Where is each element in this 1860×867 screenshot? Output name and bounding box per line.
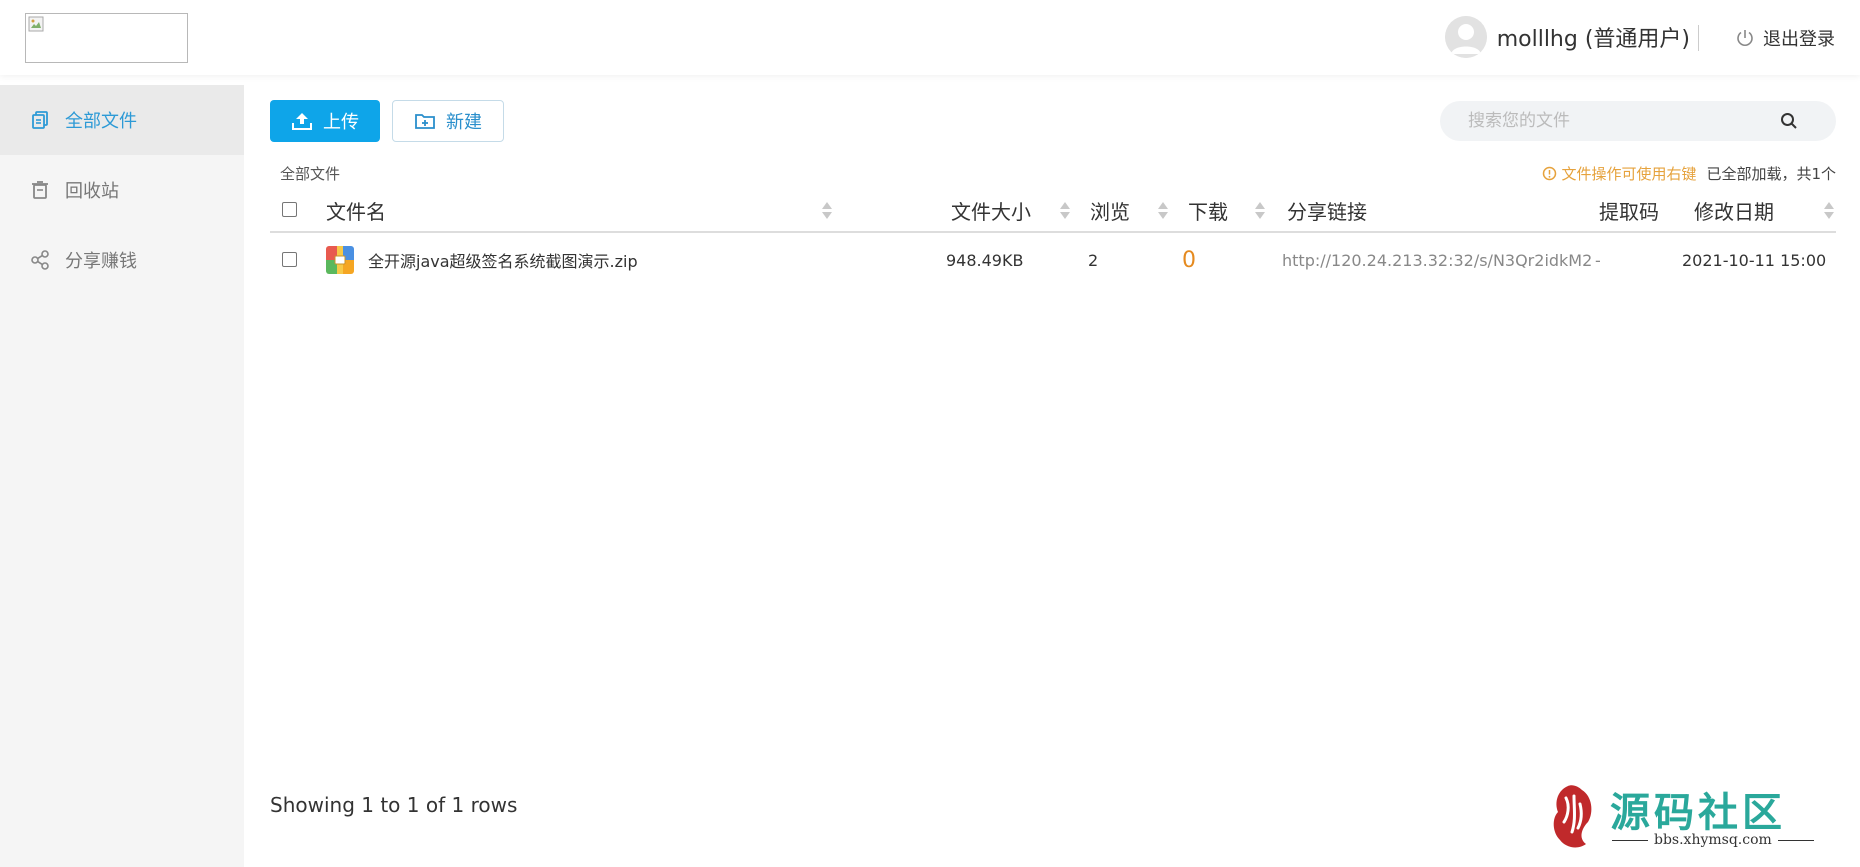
search-box — [1440, 101, 1836, 141]
col-header-date[interactable]: 修改日期 — [1694, 187, 1774, 233]
sort-icon[interactable] — [1060, 202, 1070, 220]
power-icon — [1737, 30, 1753, 46]
sidebar-item-label: 全部文件 — [65, 111, 137, 132]
upload-icon — [292, 113, 312, 130]
header-divider — [1698, 25, 1699, 51]
view-count: 2 — [1088, 250, 1099, 270]
sidebar-item-label: 分享赚钱 — [65, 251, 137, 272]
col-header-name[interactable]: 文件名 — [326, 187, 386, 233]
zip-file-icon — [326, 246, 354, 274]
divider-line — [1612, 839, 1648, 841]
broken-image-icon — [28, 16, 44, 32]
seal-logo — [1553, 785, 1592, 848]
col-header-views[interactable]: 浏览 — [1090, 187, 1130, 233]
breadcrumb[interactable]: 全部文件 — [280, 163, 340, 184]
col-header-code[interactable]: 提取码 — [1599, 187, 1659, 233]
select-all-checkbox[interactable] — [282, 202, 297, 217]
logo-image[interactable] — [25, 13, 188, 63]
watermark-title: 源码社区 — [1610, 789, 1786, 836]
search-input[interactable] — [1440, 101, 1760, 141]
loaded-count: 已全部加载，共1个 — [1706, 165, 1836, 183]
top-header: molllhg (普通用户) 退出登录 — [0, 0, 1860, 75]
row-checkbox[interactable] — [282, 252, 297, 267]
col-header-share-link[interactable]: 分享链接 — [1287, 187, 1367, 233]
upload-label: 上传 — [323, 112, 359, 133]
pagination-info: Showing 1 to 1 of 1 rows — [270, 793, 518, 817]
logout-label: 退出登录 — [1763, 29, 1835, 50]
sort-icon[interactable] — [1824, 202, 1834, 220]
info-icon — [1543, 166, 1557, 181]
sidebar-item-label: 回收站 — [65, 181, 119, 202]
file-size: 948.49KB — [946, 250, 1024, 270]
table-header: 文件名 文件大小 浏览 下载 分享链接 提取码 修改日期 — [270, 187, 1836, 233]
avatar[interactable] — [1444, 16, 1487, 58]
hint-text: 文件操作可使用右键 — [1561, 165, 1697, 183]
right-click-hint: 文件操作可使用右键 — [1542, 163, 1696, 184]
sort-icon[interactable] — [1255, 202, 1265, 220]
sidebar-item-all-files[interactable]: 全部文件 — [0, 85, 244, 155]
sidebar: 全部文件 回收站 分享赚钱 — [0, 85, 244, 867]
col-header-downloads[interactable]: 下载 — [1188, 187, 1228, 233]
search-icon[interactable] — [1780, 112, 1798, 130]
watermark-url: bbs.xhymsq.com — [1654, 832, 1772, 848]
main-content: 上传 新建 全部文件 文件操作可使用右键 已全部加载，共1个 — [244, 85, 1860, 867]
logout-button[interactable]: 退出登录 — [1735, 25, 1835, 51]
file-name[interactable]: 全开源java超级签名系统截图演示.zip — [368, 248, 638, 272]
file-name-cell[interactable]: 全开源java超级签名系统截图演示.zip — [326, 233, 638, 287]
new-folder-button[interactable]: 新建 — [392, 100, 504, 142]
extract-code: - — [1595, 250, 1601, 270]
file-table: 文件名 文件大小 浏览 下载 分享链接 提取码 修改日期 全开源java超级签名… — [270, 187, 1836, 287]
trash-icon — [32, 181, 48, 199]
files-icon — [32, 111, 48, 129]
sidebar-item-recycle-bin[interactable]: 回收站 — [0, 155, 244, 225]
sort-icon[interactable] — [822, 202, 832, 220]
download-count: 0 — [1182, 247, 1196, 273]
modified-date: 2021-10-11 15:00 — [1682, 250, 1827, 270]
table-row[interactable]: 全开源java超级签名系统截图演示.zip 948.49KB 2 0 http:… — [270, 233, 1836, 287]
sort-icon[interactable] — [1158, 202, 1168, 220]
username: molllhg (普通用户) — [1496, 27, 1690, 52]
watermark: 源码社区 bbs.xhymsq.com — [1548, 780, 1828, 860]
user-avatar-icon — [1444, 16, 1487, 58]
new-folder-icon — [415, 114, 435, 129]
sidebar-item-share-earn[interactable]: 分享赚钱 — [0, 225, 244, 295]
divider-line — [1777, 839, 1814, 841]
col-header-size[interactable]: 文件大小 — [951, 187, 1031, 233]
watermark-site: bbs.xhymsq.com — [1606, 832, 1820, 848]
upload-button[interactable]: 上传 — [270, 100, 380, 142]
share-link[interactable]: http://120.24.213.32:32/s/N3Qr2idkM2 — [1282, 233, 1592, 287]
user-info[interactable]: molllhg (普通用户) — [1444, 16, 1690, 58]
share-icon — [31, 250, 49, 270]
status-tip: 文件操作可使用右键 已全部加载，共1个 — [1542, 163, 1836, 184]
new-label: 新建 — [446, 112, 482, 133]
